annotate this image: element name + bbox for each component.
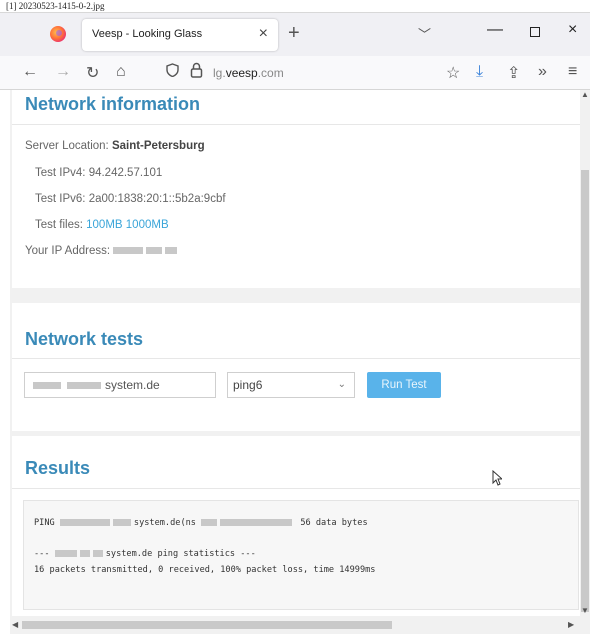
shield-icon[interactable] xyxy=(166,63,179,81)
hamburger-menu-icon[interactable]: ≡ xyxy=(568,63,577,81)
server-location: Server Location: Saint-Petersburg xyxy=(25,140,205,152)
redacted-host-part xyxy=(59,519,110,526)
image-filename-label: [1] 20230523-1415-0-2.jpg xyxy=(6,1,105,11)
server-location-label: Server Location: xyxy=(25,140,112,152)
close-tab-icon[interactable]: × xyxy=(259,25,268,43)
scroll-up-icon[interactable]: ▲ xyxy=(581,90,589,99)
test-files: Test files: 100MB 1000MB xyxy=(35,219,169,231)
new-tab-icon[interactable]: + xyxy=(288,22,300,45)
ipv6-value: 2a00:1838:20:1::5b2a:9cbf xyxy=(88,193,226,205)
vertical-scroll-thumb[interactable] xyxy=(581,170,589,612)
ping-bytes: 56 data bytes xyxy=(300,518,368,528)
files-label: Test files: xyxy=(35,219,87,231)
ping-host: system.de(ns xyxy=(133,518,196,528)
ipv4-label: Test IPv4: xyxy=(35,167,89,179)
redacted-ip-part xyxy=(165,247,178,255)
method-select-value: ping6 xyxy=(233,378,263,392)
horizontal-scroll-thumb[interactable] xyxy=(22,621,392,629)
back-icon[interactable]: ← xyxy=(22,63,38,81)
chevron-down-icon: ⌄ xyxy=(337,379,346,390)
divider xyxy=(12,358,580,359)
divider xyxy=(12,124,580,125)
your-ip: Your IP Address: xyxy=(25,245,180,257)
scroll-down-icon[interactable]: ▼ xyxy=(581,606,589,615)
mouse-cursor-icon xyxy=(492,470,502,486)
redacted-host-part xyxy=(79,550,90,557)
file-100mb-link[interactable]: 100MB xyxy=(86,219,122,231)
home-icon[interactable]: ⌂ xyxy=(116,63,126,81)
maximize-icon[interactable] xyxy=(530,27,540,37)
network-info-title: Network information xyxy=(25,94,201,114)
navigation-bar: ← → ↻ ⌂ lg.veesp.com ☆ ⤓ ⇪ » ≡ xyxy=(0,56,590,90)
url-prefix: lg. xyxy=(213,66,226,80)
divider xyxy=(12,488,580,489)
redacted-host-part xyxy=(201,519,218,526)
network-info-card: Network information Server Location: Sai… xyxy=(12,90,580,288)
ipv4-value: 94.242.57.101 xyxy=(88,167,163,179)
url-bar[interactable]: lg.veesp.com xyxy=(213,66,284,80)
network-tests-card: Network tests xyxy=(12,303,580,431)
redacted-host-part xyxy=(112,519,131,526)
firefox-icon[interactable] xyxy=(50,26,66,42)
ipv6-label: Test IPv6: xyxy=(35,193,89,205)
redacted-ip-part xyxy=(113,247,144,255)
redacted-host-part xyxy=(54,550,77,557)
result-line-stats-header: --- system.de ping statistics --- xyxy=(34,549,256,559)
horizontal-scrollbar[interactable]: ◀ ▶ xyxy=(10,616,580,634)
url-domain: veesp xyxy=(225,66,258,80)
redacted-host-part xyxy=(220,519,293,526)
minimize-icon[interactable]: — xyxy=(487,21,503,39)
ping-prefix: PING xyxy=(34,518,55,528)
result-line-ping: PING system.de(ns 56 data bytes xyxy=(34,518,368,528)
page-content: Network information Server Location: Sai… xyxy=(10,90,580,616)
forward-icon[interactable]: → xyxy=(55,63,71,81)
scroll-left-icon[interactable]: ◀ xyxy=(12,620,18,629)
vertical-scrollbar[interactable]: ▲ ▼ xyxy=(580,90,590,616)
scroll-right-icon[interactable]: ▶ xyxy=(568,620,574,629)
run-test-button[interactable]: Run Test xyxy=(367,372,441,398)
redacted-ip-part xyxy=(146,247,163,255)
share-icon[interactable]: ⇪ xyxy=(507,63,520,83)
results-output: PING system.de(ns 56 data bytes --- syst… xyxy=(23,500,579,610)
host-input[interactable]: system.de xyxy=(24,372,216,398)
tab-looking-glass[interactable]: Veesp - Looking Glass × xyxy=(82,19,278,51)
redacted-host-part xyxy=(92,550,103,557)
tab-bar: Veesp - Looking Glass × + ﹀ — × xyxy=(0,12,590,56)
tab-title: Veesp - Looking Glass xyxy=(92,28,203,40)
redacted-host-part xyxy=(33,382,61,389)
download-icon[interactable]: ⤓ xyxy=(476,63,483,81)
scrollbar-corner xyxy=(580,616,590,634)
host-input-value: system.de xyxy=(105,378,160,392)
server-location-value: Saint-Petersburg xyxy=(111,140,205,152)
more-tools-icon[interactable]: » xyxy=(538,63,547,81)
result-line-summary: 16 packets transmitted, 0 received, 100%… xyxy=(34,565,376,575)
stats-prefix: --- xyxy=(34,549,50,559)
file-1000mb-link[interactable]: 1000MB xyxy=(126,219,169,231)
your-ip-label: Your IP Address: xyxy=(25,245,114,257)
stats-host: system.de ping statistics --- xyxy=(105,549,256,559)
window-close-icon[interactable]: × xyxy=(568,21,577,39)
test-ipv4: Test IPv4: 94.242.57.101 xyxy=(35,167,162,179)
url-suffix: .com xyxy=(257,66,284,80)
test-ipv6: Test IPv6: 2a00:1838:20:1::5b2a:9cbf xyxy=(35,193,226,205)
list-tabs-icon[interactable]: ﹀ xyxy=(418,24,431,43)
reload-icon[interactable]: ↻ xyxy=(86,63,99,83)
network-tests-title: Network tests xyxy=(25,329,144,349)
results-title: Results xyxy=(25,458,91,478)
redacted-host-part xyxy=(67,382,101,389)
method-select[interactable]: ping6 ⌄ xyxy=(227,372,355,398)
bookmark-star-icon[interactable]: ☆ xyxy=(446,63,460,83)
lock-icon[interactable] xyxy=(190,62,203,83)
